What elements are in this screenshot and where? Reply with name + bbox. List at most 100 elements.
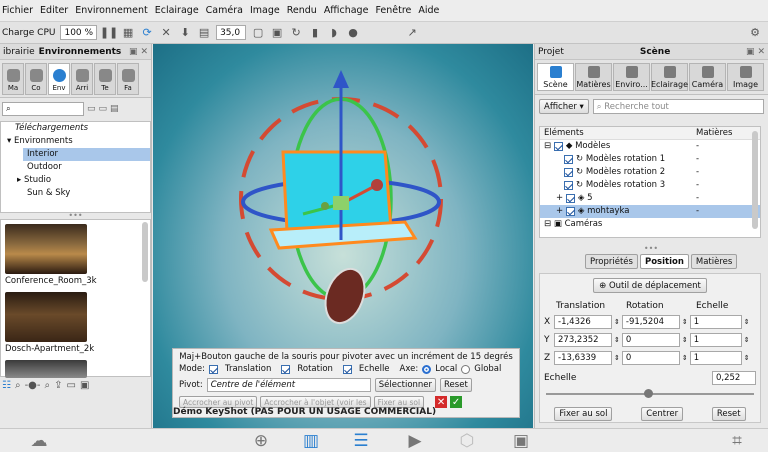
import-icon[interactable]: ▤ [110, 104, 119, 114]
row-checkbox[interactable] [564, 181, 573, 190]
undock-icon[interactable]: ▣ [129, 47, 138, 57]
center-button[interactable]: Centrer [641, 407, 684, 421]
spin-icon[interactable]: ⇕ [682, 318, 688, 326]
library-tab[interactable]: ibrairie [3, 47, 35, 57]
reset-button[interactable]: Reset [440, 378, 472, 392]
pivot-field[interactable]: Centre de l'élément [206, 378, 371, 392]
tab-arriere-plans[interactable]: Arri [71, 63, 93, 95]
local-radio[interactable] [422, 364, 432, 374]
tab-camera[interactable]: Caméra [689, 63, 726, 91]
row-checkbox[interactable] [564, 168, 573, 177]
tab-environnements[interactable]: Env [48, 63, 70, 95]
tree-item[interactable]: ▸ Studio [1, 174, 150, 187]
scene-row-selected[interactable]: + ◈ mohtayka - [540, 205, 760, 218]
scene-row[interactable]: ↻ Modèles rotation 2- [540, 166, 760, 179]
folder-icon[interactable]: ▭ [87, 104, 96, 114]
list-view-icon[interactable]: ☷ [2, 380, 11, 391]
rotate-icon[interactable]: ↻ [289, 26, 303, 40]
rotation-checkbox[interactable] [281, 364, 291, 374]
model-object[interactable] [319, 264, 372, 329]
select-button[interactable]: Sélectionner [374, 378, 437, 392]
scene-search-input[interactable]: ⌕ Recherche tout [592, 99, 764, 114]
tab-scene[interactable]: Scène [537, 63, 574, 91]
spin-icon[interactable]: ⇕ [614, 318, 620, 326]
model-screen[interactable] [281, 150, 393, 234]
tab-favoris[interactable]: Fa [117, 63, 139, 95]
close-icon[interactable]: ✕ [757, 47, 765, 57]
tree-item[interactable]: Outdoor [1, 161, 150, 174]
menu-eclairage[interactable]: Eclairage [155, 5, 199, 16]
global-radio[interactable] [461, 364, 471, 374]
menu-camera[interactable]: Caméra [206, 5, 243, 16]
menu-rendu[interactable]: Rendu [287, 5, 317, 16]
axis-x-handle[interactable] [371, 179, 383, 191]
show-dropdown[interactable]: Afficher ▾ [539, 99, 589, 114]
lock-icon[interactable]: ▮ [308, 26, 322, 40]
scene-row[interactable]: ⊟ ▣ Caméras [540, 218, 760, 231]
menu-editer[interactable]: Editer [40, 5, 68, 16]
shield-icon[interactable]: ◗ [327, 26, 341, 40]
rotation-z-field[interactable]: 0 [621, 351, 680, 365]
scene-row[interactable]: ↻ Modèles rotation 3- [540, 179, 760, 192]
scale-y-field[interactable]: 1 [689, 333, 742, 347]
tab-matieres-prop[interactable]: Matières [690, 254, 738, 269]
pause-icon[interactable]: ❚❚ [100, 26, 118, 40]
tab-environnement[interactable]: Enviro... [613, 63, 650, 91]
ground-button[interactable]: Fixer au sol [554, 407, 613, 421]
cpu-select[interactable]: 100 % [60, 25, 98, 40]
scene-row[interactable]: ⊟ ◆ Modèles - [540, 140, 760, 153]
folder-icon[interactable]: ▭ [67, 380, 76, 391]
row-checkbox[interactable] [565, 194, 575, 203]
row-checkbox[interactable] [564, 155, 573, 164]
close-icon[interactable]: ✕ [140, 47, 148, 57]
zoom-slider[interactable]: -●- [25, 380, 41, 391]
thumbnail-conference[interactable] [5, 224, 87, 274]
spin-icon[interactable]: ⇕ [682, 336, 688, 344]
tree-item-selected[interactable]: Interior [23, 148, 150, 161]
rotation-y-field[interactable]: 0 [621, 333, 680, 347]
menu-affichage[interactable]: Affichage [324, 5, 369, 16]
reset-position-button[interactable]: Reset [711, 407, 746, 421]
tab-position[interactable]: Position [639, 254, 689, 269]
tree-item[interactable]: ▾ Environments [1, 135, 150, 148]
translation-checkbox[interactable] [209, 364, 219, 374]
pivot-handle[interactable] [321, 202, 329, 210]
folder-add-icon[interactable]: ▭ [99, 104, 108, 114]
row-checkbox[interactable] [565, 207, 575, 216]
menu-environnement[interactable]: Environnement [75, 5, 148, 16]
tree-item[interactable]: Téléchargements [1, 122, 150, 135]
settings-icon[interactable]: ⚙ [748, 26, 762, 40]
spin-icon[interactable]: ⇕ [614, 336, 620, 344]
zoom-in-icon[interactable]: ⌕ [45, 380, 51, 391]
menu-fichier[interactable]: Fichier [2, 5, 33, 16]
library-icon[interactable]: ▥ [300, 431, 322, 451]
scale-z-field[interactable]: 1 [689, 351, 742, 365]
project-icon[interactable]: ☰ [350, 431, 372, 451]
row-checkbox[interactable] [553, 142, 563, 151]
thumb-scrollbar[interactable] [142, 222, 148, 282]
uniform-scale-field[interactable]: 0,252 [712, 371, 756, 385]
import-icon[interactable]: ⊕ [250, 431, 272, 451]
thumbnail-partial[interactable] [5, 360, 87, 378]
render-region-icon[interactable]: ▦ [121, 26, 135, 40]
screenshot-icon[interactable]: ▣ [510, 431, 532, 451]
cancel-icon[interactable]: ✕ [435, 396, 448, 408]
spin-icon[interactable]: ⇕ [744, 336, 750, 344]
refresh-icon[interactable]: ⟳ [140, 26, 154, 40]
translation-z-field[interactable]: -13,6339 [554, 351, 612, 365]
library-search-input[interactable]: ⌕ [2, 102, 84, 116]
save-icon[interactable]: ▣ [80, 380, 89, 391]
grid-icon[interactable]: ▤ [197, 26, 211, 40]
value-field[interactable]: 35,0 [216, 25, 247, 40]
menu-aide[interactable]: Aide [418, 5, 439, 16]
spin-icon[interactable]: ⇕ [682, 354, 688, 362]
cloud-icon[interactable]: ☁ [28, 431, 50, 451]
scale-slider[interactable] [546, 388, 754, 400]
thumbnail-dosch[interactable] [5, 292, 87, 342]
spin-icon[interactable]: ⇕ [614, 354, 620, 362]
confirm-icon[interactable]: ✓ [450, 396, 463, 408]
render-viewport[interactable]: Maj+Bouton gauche de la souris pour pivo… [153, 44, 533, 428]
tree-scrollbar[interactable] [752, 131, 758, 229]
tree-item[interactable]: Sun & Sky [1, 187, 150, 200]
tab-matieres[interactable]: Matières [575, 63, 612, 91]
